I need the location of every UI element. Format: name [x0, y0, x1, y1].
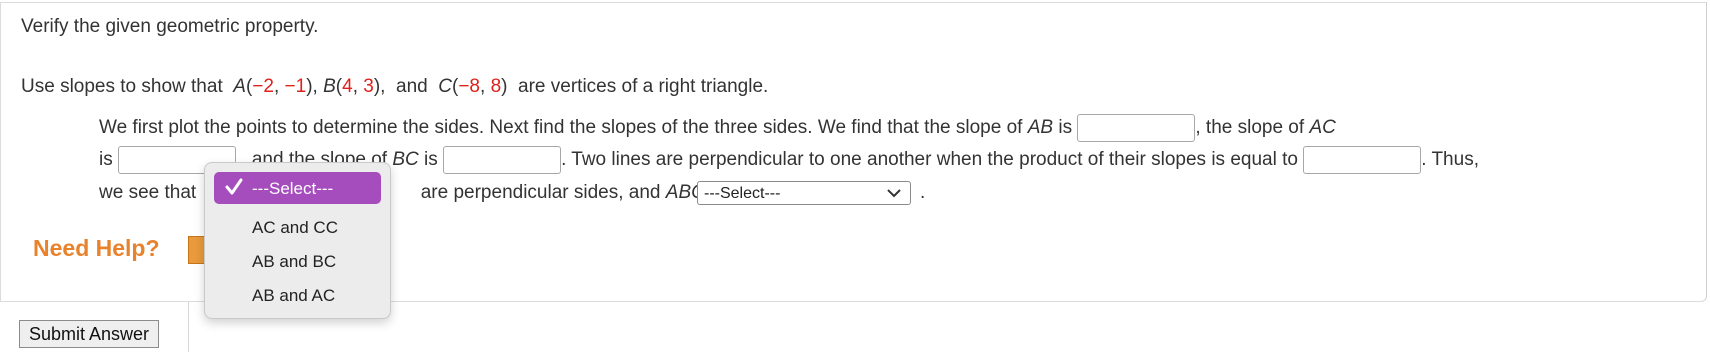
- question-prompt: Verify the given geometric property.: [21, 16, 319, 37]
- need-help-label: Need Help?: [33, 235, 160, 261]
- body-line-3: we see that are perpendicular sides, and…: [99, 182, 705, 203]
- point-b-label: B: [323, 76, 336, 97]
- check-icon: [225, 178, 243, 195]
- point-c-label: C: [438, 76, 452, 97]
- dropdown-option[interactable]: AC and CC: [252, 218, 338, 238]
- chevron-down-icon: [887, 189, 901, 198]
- slope-bc-input[interactable]: [443, 146, 562, 174]
- final-period: .: [920, 182, 926, 203]
- dropdown-menu: ---Select--- AC and CC AB and BC AB and …: [204, 162, 391, 319]
- divider: [188, 302, 189, 352]
- slope-ab-input[interactable]: [1077, 114, 1196, 142]
- dropdown-option[interactable]: AB and AC: [252, 286, 335, 306]
- product-input[interactable]: [1303, 146, 1422, 174]
- problem-statement: Use slopes to show that A(−2, −1), B(4, …: [21, 76, 769, 97]
- triangle-type-select[interactable]: ---Select---: [697, 181, 911, 205]
- point-a-label: A: [233, 76, 246, 97]
- dropdown-option[interactable]: AB and BC: [252, 252, 336, 272]
- submit-answer-button[interactable]: Submit Answer: [19, 320, 160, 348]
- dropdown-option-selected[interactable]: ---Select---: [214, 172, 381, 204]
- body-line-1: We first plot the points to determine th…: [99, 114, 1336, 142]
